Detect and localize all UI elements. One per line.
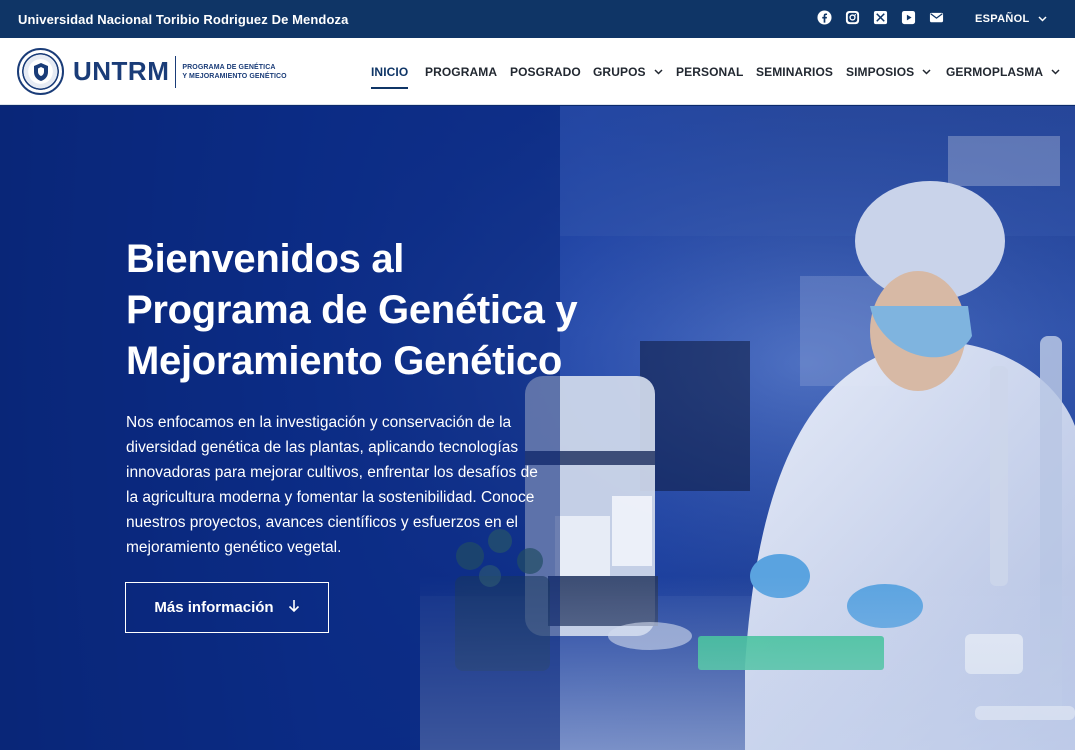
- nav-label: SIMPOSIOS: [846, 64, 915, 79]
- nav-item-germoplasma[interactable]: GERMOPLASMA: [946, 38, 1060, 105]
- hero-description: Nos enfocamos en la investigación y cons…: [126, 414, 538, 556]
- chevron-down-icon: [1038, 16, 1047, 22]
- chevron-down-icon: [654, 68, 663, 75]
- university-name: Universidad Nacional Toribio Rodriguez D…: [18, 11, 349, 27]
- chevron-down-icon: [922, 68, 931, 75]
- youtube-icon[interactable]: [900, 9, 916, 25]
- nav-label: PROGRAMA: [425, 64, 498, 79]
- nav-item-seminarios[interactable]: SEMINARIOS: [756, 38, 833, 105]
- hero-section: Bienvenidos al Programa de Genética y Me…: [0, 106, 1075, 750]
- nav-label: GRUPOS: [593, 64, 646, 79]
- language-label: ESPAÑOL: [975, 13, 1030, 25]
- chevron-down-icon: [1051, 68, 1060, 75]
- logo-subtitle: PROGRAMA DE GENÉTICA Y MEJORAMIENTO GENÉ…: [182, 63, 286, 81]
- nav-item-personal[interactable]: PERSONAL: [676, 38, 743, 105]
- nav-item-programa[interactable]: PROGRAMA: [425, 38, 497, 105]
- university-seal-icon: [17, 48, 64, 95]
- nav-label: PERSONAL: [676, 64, 744, 79]
- hero-title-line2: Programa de Genética y: [126, 288, 578, 332]
- site-logo[interactable]: UNTRM PROGRAMA DE GENÉTICA Y MEJORAMIENT…: [17, 48, 287, 95]
- hero-title-line3: Mejoramiento Genético: [126, 339, 563, 383]
- instagram-icon[interactable]: [844, 9, 860, 25]
- nav-item-inicio[interactable]: INICIO: [371, 38, 409, 105]
- nav-label: GERMOPLASMA: [946, 64, 1044, 79]
- nav-item-simposios[interactable]: SIMPOSIOS: [846, 38, 931, 105]
- main-navbar: UNTRM PROGRAMA DE GENÉTICA Y MEJORAMIENT…: [0, 38, 1075, 105]
- hero-title: Bienvenidos al Programa de Genética y Me…: [126, 234, 646, 387]
- nav-item-posgrado[interactable]: POSGRADO: [510, 38, 581, 105]
- social-links: [816, 9, 944, 25]
- arrow-down-icon: [288, 599, 300, 617]
- logo-divider: [175, 55, 177, 88]
- mail-icon[interactable]: [928, 9, 944, 25]
- logo-subtitle-line1: PROGRAMA DE GENÉTICA: [182, 63, 276, 71]
- more-info-button[interactable]: Más información: [125, 582, 329, 633]
- language-selector[interactable]: ESPAÑOL: [975, 0, 1047, 38]
- hero-title-line1: Bienvenidos al: [126, 237, 405, 281]
- logo-wordmark: UNTRM: [73, 56, 170, 86]
- more-info-label: Más información: [154, 599, 274, 616]
- x-icon[interactable]: [872, 9, 888, 25]
- facebook-icon[interactable]: [816, 9, 832, 25]
- top-bar: Universidad Nacional Toribio Rodriguez D…: [0, 0, 1075, 38]
- nav-item-grupos[interactable]: GRUPOS: [593, 38, 663, 105]
- logo-subtitle-line2: Y MEJORAMIENTO GENÉTICO: [182, 72, 287, 80]
- nav-label: POSGRADO: [510, 64, 581, 79]
- nav-label: SEMINARIOS: [756, 64, 834, 79]
- nav-label: INICIO: [371, 64, 409, 79]
